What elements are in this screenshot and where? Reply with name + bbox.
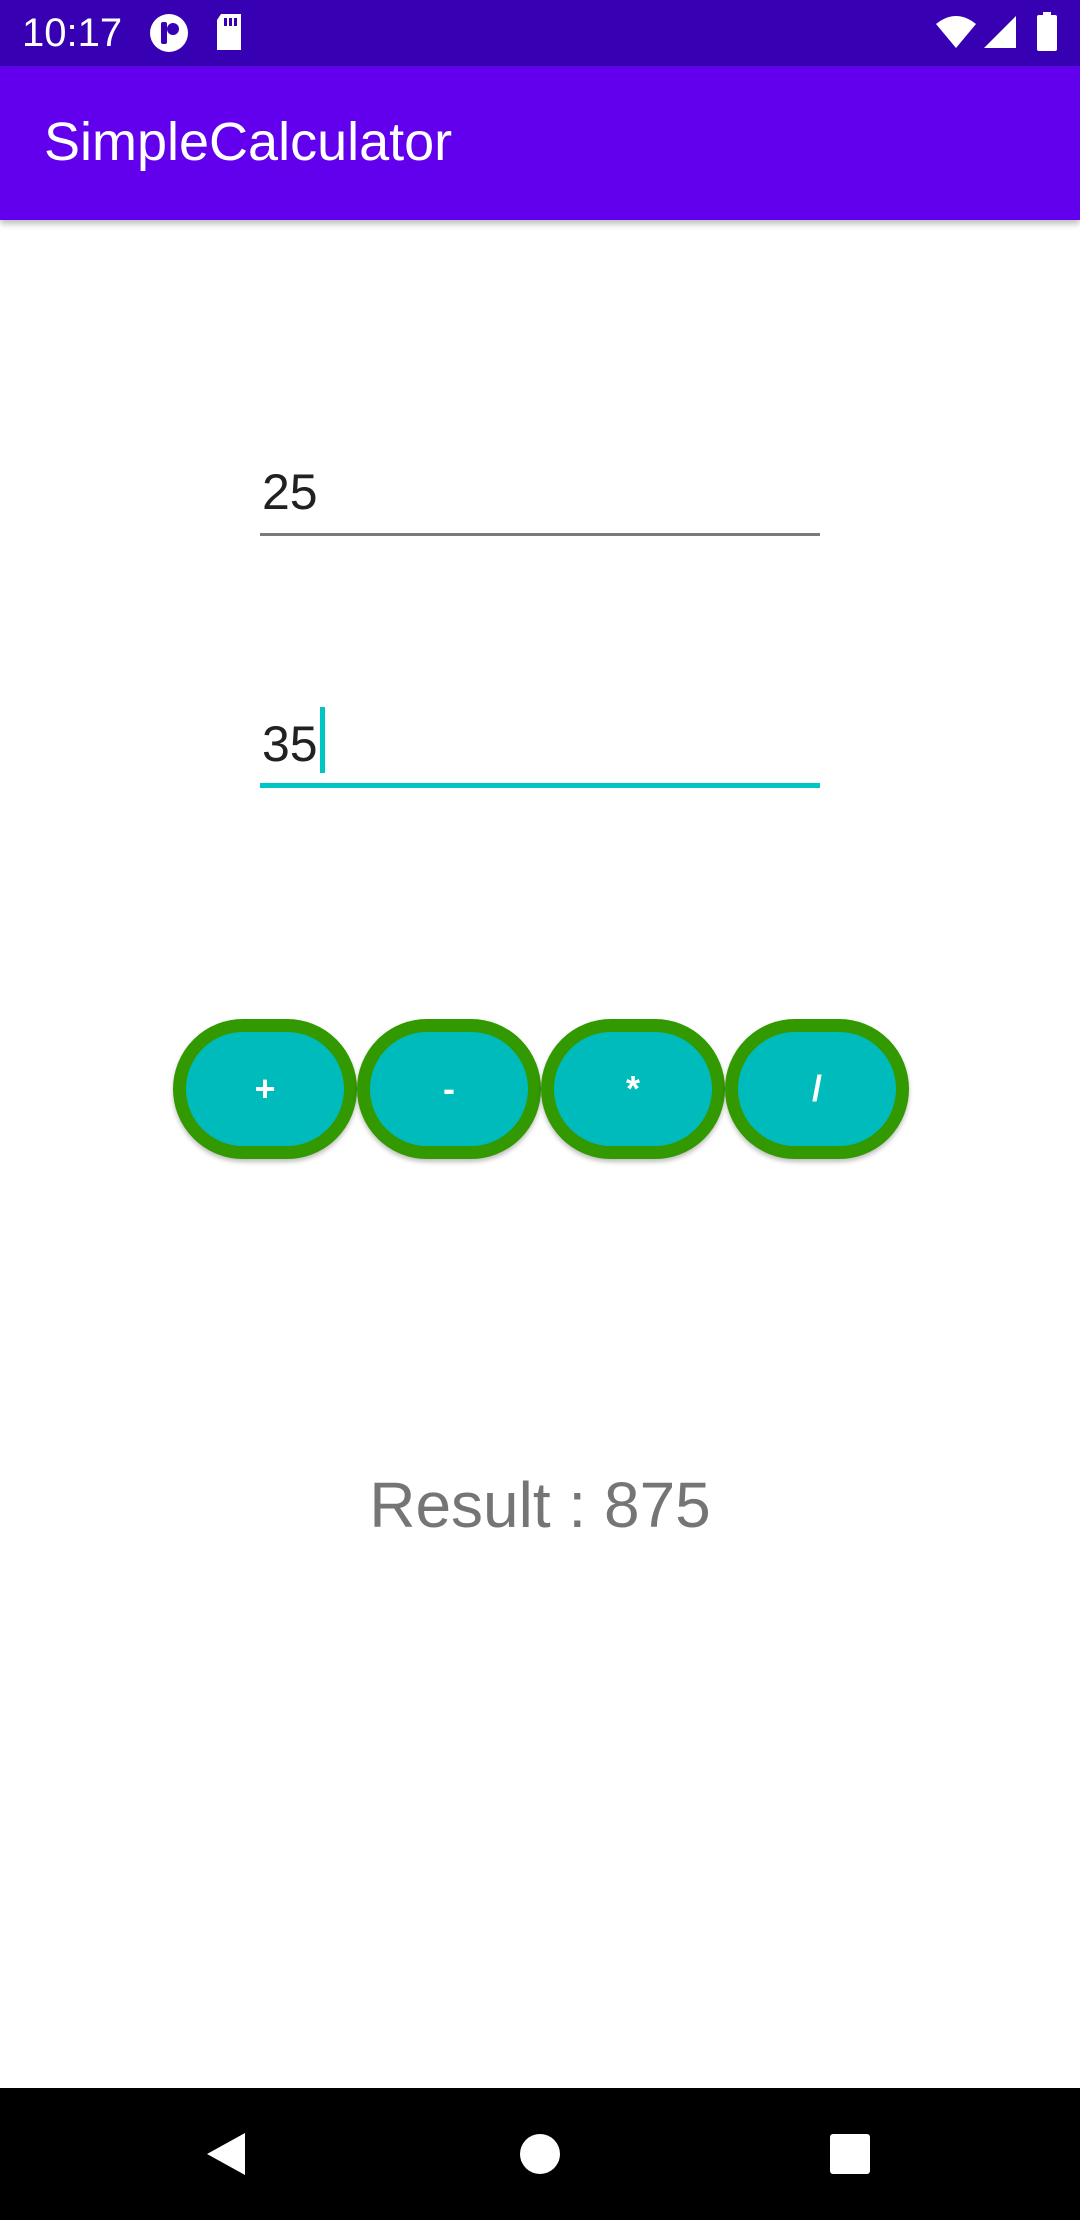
navigation-bar — [0, 2088, 1080, 2220]
recents-icon[interactable] — [810, 2114, 890, 2194]
second-number-value: 35 — [262, 716, 318, 772]
subtract-button[interactable]: - — [357, 1019, 541, 1159]
status-bar: 10:17 — [0, 0, 1080, 66]
operation-buttons: + - * / — [173, 1019, 913, 1159]
result-text: Result : 875 — [369, 1469, 711, 1541]
notification-icon — [148, 12, 190, 59]
divide-button[interactable]: / — [725, 1019, 909, 1159]
wifi-icon — [934, 14, 978, 55]
sd-card-icon — [213, 12, 245, 57]
second-number-field[interactable]: 35 — [260, 707, 820, 788]
cell-signal-icon — [982, 14, 1018, 55]
first-number-field[interactable]: 25 — [260, 456, 820, 536]
first-number-underline — [260, 533, 820, 536]
first-number-value: 25 — [262, 464, 318, 520]
home-icon[interactable] — [500, 2114, 580, 2194]
multiply-button[interactable]: * — [541, 1019, 725, 1159]
back-icon[interactable] — [186, 2114, 266, 2194]
status-time: 10:17 — [22, 11, 123, 55]
app-title: SimpleCalculator — [44, 112, 453, 172]
second-number-underline — [260, 783, 820, 788]
battery-icon — [1036, 12, 1058, 57]
app-bar: SimpleCalculator — [0, 66, 1080, 220]
add-button[interactable]: + — [173, 1019, 357, 1159]
text-cursor — [319, 707, 325, 773]
